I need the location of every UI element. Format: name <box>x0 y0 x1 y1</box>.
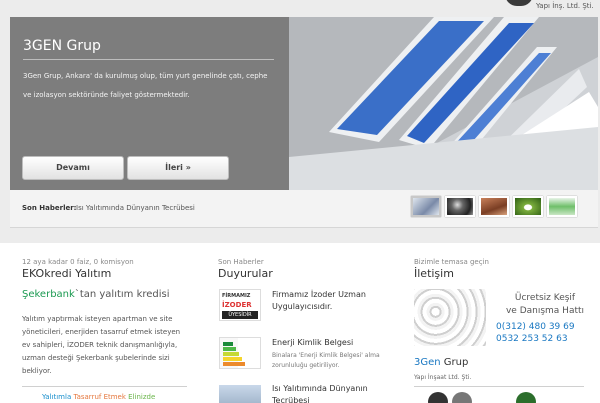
slider-thumbnail-4[interactable] <box>513 196 543 217</box>
energy-certificate-image <box>219 337 261 369</box>
col3-divider <box>414 386 584 387</box>
consultation-line-2: ve Danışma Hattı <box>505 306 585 316</box>
announcement-title[interactable]: Isı Yalıtımında Dünyanın Tecrübesi <box>272 383 402 403</box>
news-ticker-bar: Son Haberler: Isı Yalıtımında Dünyanın T… <box>10 190 598 228</box>
sekerbank-brand: Şekerbank <box>22 289 75 300</box>
slider-thumbnail-1[interactable] <box>411 196 441 217</box>
banner-word-1: Yalıtımla <box>42 393 72 401</box>
announcements-section: Son Haberler Duyurular <box>218 258 388 280</box>
contact-heading[interactable]: İletişim <box>414 267 584 280</box>
banner-word-3: Elinizde <box>128 393 156 401</box>
top-bar: Yapı İnş. Ltd. Şti. <box>0 0 600 18</box>
next-button[interactable]: İleri » <box>127 156 229 180</box>
izoder-badge-line-2: İZODER <box>222 301 252 309</box>
company-logo[interactable] <box>505 0 533 6</box>
insulation-news-image <box>219 385 261 403</box>
consultation-line-1: Ücretsiz Keşif <box>514 293 576 303</box>
ekokredi-banner[interactable]: Yalıtımla Tasarruf Etmek Elinizde <box>42 393 155 401</box>
slider-thumbnail-2[interactable] <box>445 196 475 217</box>
more-button[interactable]: Devamı <box>22 156 124 180</box>
sekerbank-suffix: `tan yalıtım kredisi <box>74 289 170 300</box>
announcement-title[interactable]: Firmamız İzoder Uzman Uygulayıcısıdır. <box>272 289 402 313</box>
slider-thumbnail-5[interactable] <box>547 196 577 217</box>
slider-text: 3Gen Grup, Ankara' da kurulmuş olup, tüm… <box>23 72 268 99</box>
announcement-title[interactable]: Enerji Kimlik Belgesi <box>272 337 402 349</box>
sekerbank-line: Şekerbank`tan yalıtım kredisi <box>22 289 170 300</box>
col1-divider <box>22 386 187 387</box>
slider-title: 3GEN Grup <box>23 38 101 54</box>
insulation-pipes-image <box>414 289 486 346</box>
news-headline[interactable]: Isı Yalıtımında Dünyanın Tecrübesi <box>76 204 195 212</box>
contact-section: Bizimle temasa geçin İletişim <box>414 258 584 280</box>
ekokredi-kicker: 12 aya kadar 0 faiz, 0 komisyon <box>22 258 134 266</box>
contact-kicker: Bizimle temasa geçin <box>414 258 489 266</box>
banner-word-2: Tasarruf Etmek <box>73 393 126 401</box>
phone-number-1[interactable]: 0(312) 480 39 69 <box>496 322 575 332</box>
izoder-badge-image: FİRMAMIZ İZODER ÜYESİDİR <box>219 289 261 321</box>
announcement-summary: Binalara 'Enerji Kimlik Belgesi' alma zo… <box>272 352 380 369</box>
brand-name-a: 3Gen <box>414 357 441 368</box>
announcements-heading[interactable]: Duyurular <box>218 267 388 280</box>
attic-skylight-photo <box>289 17 598 190</box>
free-consultation-text: Ücretsiz Keşif ve Danışma Hattı <box>500 292 590 318</box>
phone-number-2[interactable]: 0532 253 52 63 <box>496 334 568 344</box>
izoder-badge-line-3: ÜYESİDİR <box>222 311 258 319</box>
announcements-kicker: Son Haberler <box>218 258 264 266</box>
ekokredi-section: 12 aya kadar 0 faiz, 0 komisyon EKOkredi… <box>22 258 187 280</box>
slider-thumbnail-3[interactable] <box>479 196 509 217</box>
news-label: Son Haberler: <box>22 204 77 212</box>
ekokredi-body: Yalıtım yaptırmak isteyen apartman ve si… <box>22 315 181 375</box>
hero-slider: 3GEN Grup 3Gen Grup, Ankara' da kurulmuş… <box>10 17 598 190</box>
ekokredi-heading[interactable]: EKOkredi Yalıtım <box>22 267 187 280</box>
slider-divider <box>23 59 274 60</box>
brand-subtitle: Yapı İnşaat Ltd. Şti. <box>414 374 472 381</box>
section-gap <box>0 228 600 243</box>
brand-name: 3Gen Grup <box>414 357 468 368</box>
company-name: Yapı İnş. Ltd. Şti. <box>536 2 594 10</box>
izoder-badge-line-1: FİRMAMIZ <box>222 293 251 299</box>
brand-name-b: Grup <box>443 357 469 368</box>
